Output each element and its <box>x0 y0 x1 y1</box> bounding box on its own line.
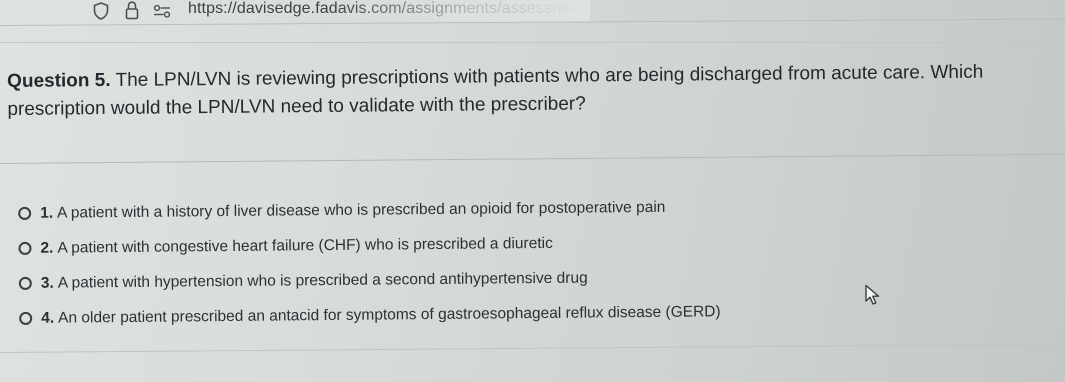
option-text: A patient with a history of liver diseas… <box>57 198 666 222</box>
question-prompt: Question 5. The LPN/LVN is reviewing pre… <box>7 58 1065 124</box>
url-fade-overlay <box>330 0 590 22</box>
tune-icon[interactable] <box>153 4 171 18</box>
radio-button[interactable] <box>18 206 32 220</box>
option-text: A patient with congestive heart failure … <box>57 234 553 257</box>
answer-options: 1. A patient with a history of liver dis… <box>18 189 779 336</box>
radio-button[interactable] <box>18 276 32 290</box>
question-text: The LPN/LVN is reviewing prescriptions w… <box>7 61 984 120</box>
lock-icon[interactable] <box>125 1 139 20</box>
divider <box>0 153 1065 164</box>
radio-button[interactable] <box>19 311 33 325</box>
option-number: 1. <box>40 204 54 222</box>
option-number: 3. <box>40 274 54 292</box>
question-number: Question 5. <box>7 70 111 92</box>
option-number: 4. <box>41 309 55 327</box>
option-text: A patient with hypertension who is presc… <box>57 269 588 292</box>
option-number: 2. <box>40 239 54 257</box>
divider <box>0 42 1065 43</box>
answer-option-4[interactable]: 4. An older patient prescribed an antaci… <box>19 294 779 336</box>
mouse-pointer-icon <box>865 284 880 305</box>
option-text: An older patient prescribed an antacid f… <box>58 302 721 327</box>
radio-button[interactable] <box>18 241 32 255</box>
shield-icon[interactable] <box>93 2 109 20</box>
divider <box>0 343 1065 353</box>
